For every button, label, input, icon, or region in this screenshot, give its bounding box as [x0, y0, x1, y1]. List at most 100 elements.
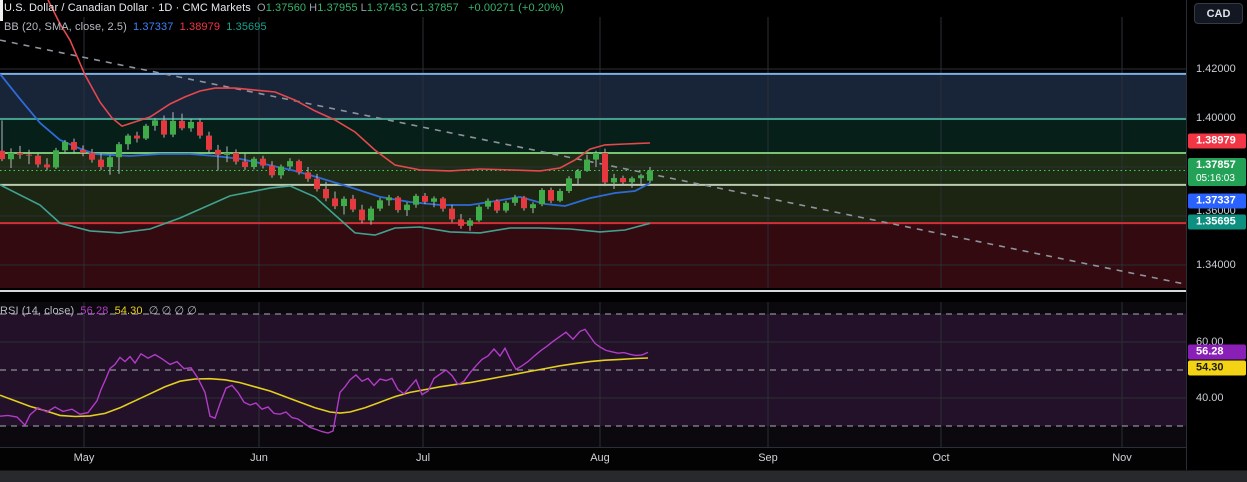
candle-body [314, 178, 320, 190]
candle-body [98, 159, 104, 167]
candle-body [134, 135, 140, 139]
candle-body [458, 219, 464, 226]
price-scale[interactable]: CAD 1.42000 1.40000 1.36000 1.34000 60.00 40.… [1186, 0, 1247, 470]
candle-body [278, 166, 284, 176]
horizontal-scrollbar[interactable] [0, 470, 1247, 482]
bb-upper-value: 1.38979 [179, 21, 221, 33]
currency-toggle-button[interactable]: CAD [1194, 3, 1243, 24]
candle-body [107, 157, 113, 167]
candle-body [449, 208, 455, 220]
candle-body [224, 152, 230, 155]
bb-lower-value: 1.35695 [226, 21, 267, 33]
ohlc-values: O1.37560 H1.37955 L1.37453 C1.37857 [257, 2, 462, 14]
rsi-ma-value: 54.30 [114, 305, 143, 317]
candle-body [620, 178, 626, 183]
candle-body [521, 197, 527, 209]
candle-body [152, 120, 158, 126]
rsi-label: RSI (14, close) [0, 305, 75, 317]
rsi-legend-row[interactable]: RSI (14, close) 56.28 54.30 ∅ ∅ ∅ ∅ [0, 304, 200, 317]
candle-body [332, 198, 338, 207]
chart-canvas[interactable] [0, 0, 1186, 447]
price-zone-4 [0, 223, 1186, 288]
candle-body [197, 121, 203, 136]
candle-body [575, 170, 581, 179]
time-label-Jun: Jun [250, 452, 268, 464]
candle-body [17, 152, 23, 155]
candle-body [476, 206, 482, 221]
candle-body [170, 120, 176, 135]
bb-legend-row[interactable]: BB (20, SMA, close, 2.5) 1.37337 1.38979… [4, 21, 270, 33]
candle-body [530, 204, 536, 209]
rsi-value: 56.28 [80, 305, 109, 317]
price-badge-1.37337: 1.37337 [1188, 193, 1246, 209]
time-label-Nov: Nov [1112, 452, 1132, 464]
price-badge-54.30: 54.30 [1188, 360, 1246, 376]
change-value: +0.00271 (+0.20%) [468, 2, 564, 14]
left-edge-notch [0, 0, 3, 21]
candle-body [386, 197, 392, 201]
candle-body [593, 153, 599, 160]
candle-body [62, 142, 68, 151]
chart-window: U.S. Dollar / Canadian Dollar · 1D · CMC… [0, 0, 1247, 482]
candle-body [179, 120, 185, 129]
time-label-May: May [73, 452, 95, 464]
candle-body [71, 142, 77, 150]
candle-body [485, 200, 491, 207]
candle-body [503, 202, 509, 211]
candle-body [0, 150, 5, 160]
candle-body [611, 178, 617, 183]
ohlc-key-L: L [360, 2, 367, 14]
ohlc-value-C: 1.37857 [418, 2, 459, 14]
candle-body [431, 198, 437, 202]
time-scale[interactable]: May Jun Jul Aug Sep Oct Nov [0, 447, 1186, 471]
candle-body [638, 175, 644, 179]
ohlc-key-O: O [257, 2, 266, 14]
ohlc-value-H: 1.37955 [317, 2, 358, 14]
candle-body [350, 198, 356, 210]
candle-body [53, 150, 59, 168]
candle-body [557, 191, 563, 201]
ohlc-value-O: 1.37560 [265, 2, 307, 14]
candle-body [368, 208, 374, 221]
rsi-empty-values: ∅ ∅ ∅ ∅ [148, 305, 197, 317]
time-label-Oct: Oct [932, 452, 950, 464]
axis-label-1.42000: 1.42000 [1196, 63, 1236, 75]
candle-body [296, 161, 302, 173]
candle-body [548, 190, 554, 201]
price-zone-0 [0, 73, 1186, 119]
candle-body [143, 125, 149, 139]
candle-body [377, 200, 383, 209]
pane-separator [0, 290, 1186, 292]
time-label-Sep: Sep [758, 452, 778, 464]
candle-body [440, 198, 446, 209]
symbol-title: U.S. Dollar / Canadian Dollar · 1D · CMC… [4, 2, 251, 14]
candle-body [404, 204, 410, 211]
axis-label-1.40000: 1.40000 [1196, 112, 1236, 124]
candle-body [8, 152, 14, 160]
ohlc-key-H: H [309, 2, 318, 14]
candle-body [512, 197, 518, 203]
candle-body [305, 172, 311, 179]
symbol-legend-row[interactable]: U.S. Dollar / Canadian Dollar · 1D · CMC… [4, 2, 567, 14]
candle-body [341, 198, 347, 207]
candle-body [233, 152, 239, 162]
candle-body [188, 121, 194, 129]
price-badge-1.35695: 1.35695 [1188, 214, 1246, 230]
bb-label: BB (20, SMA, close, 2.5) [4, 21, 127, 33]
price-badge-1.37857: 1.37857 05:16:03 [1188, 158, 1246, 186]
candle-body [260, 158, 266, 166]
axis-label-1.34000: 1.34000 [1196, 259, 1236, 271]
candle-body [206, 135, 212, 150]
candle-body [116, 144, 122, 158]
candle-body [323, 189, 329, 199]
candle-body [242, 161, 248, 167]
candle-body [44, 164, 50, 168]
price-badge-1.38979: 1.38979 [1188, 133, 1246, 149]
candle-body [269, 165, 275, 176]
countdown-timer: 05:16:03 [1196, 173, 1235, 184]
candle-body [494, 200, 500, 211]
candle-body [467, 220, 473, 226]
candle-body [125, 135, 131, 145]
candle-body [602, 153, 608, 183]
candle-body [629, 178, 635, 183]
